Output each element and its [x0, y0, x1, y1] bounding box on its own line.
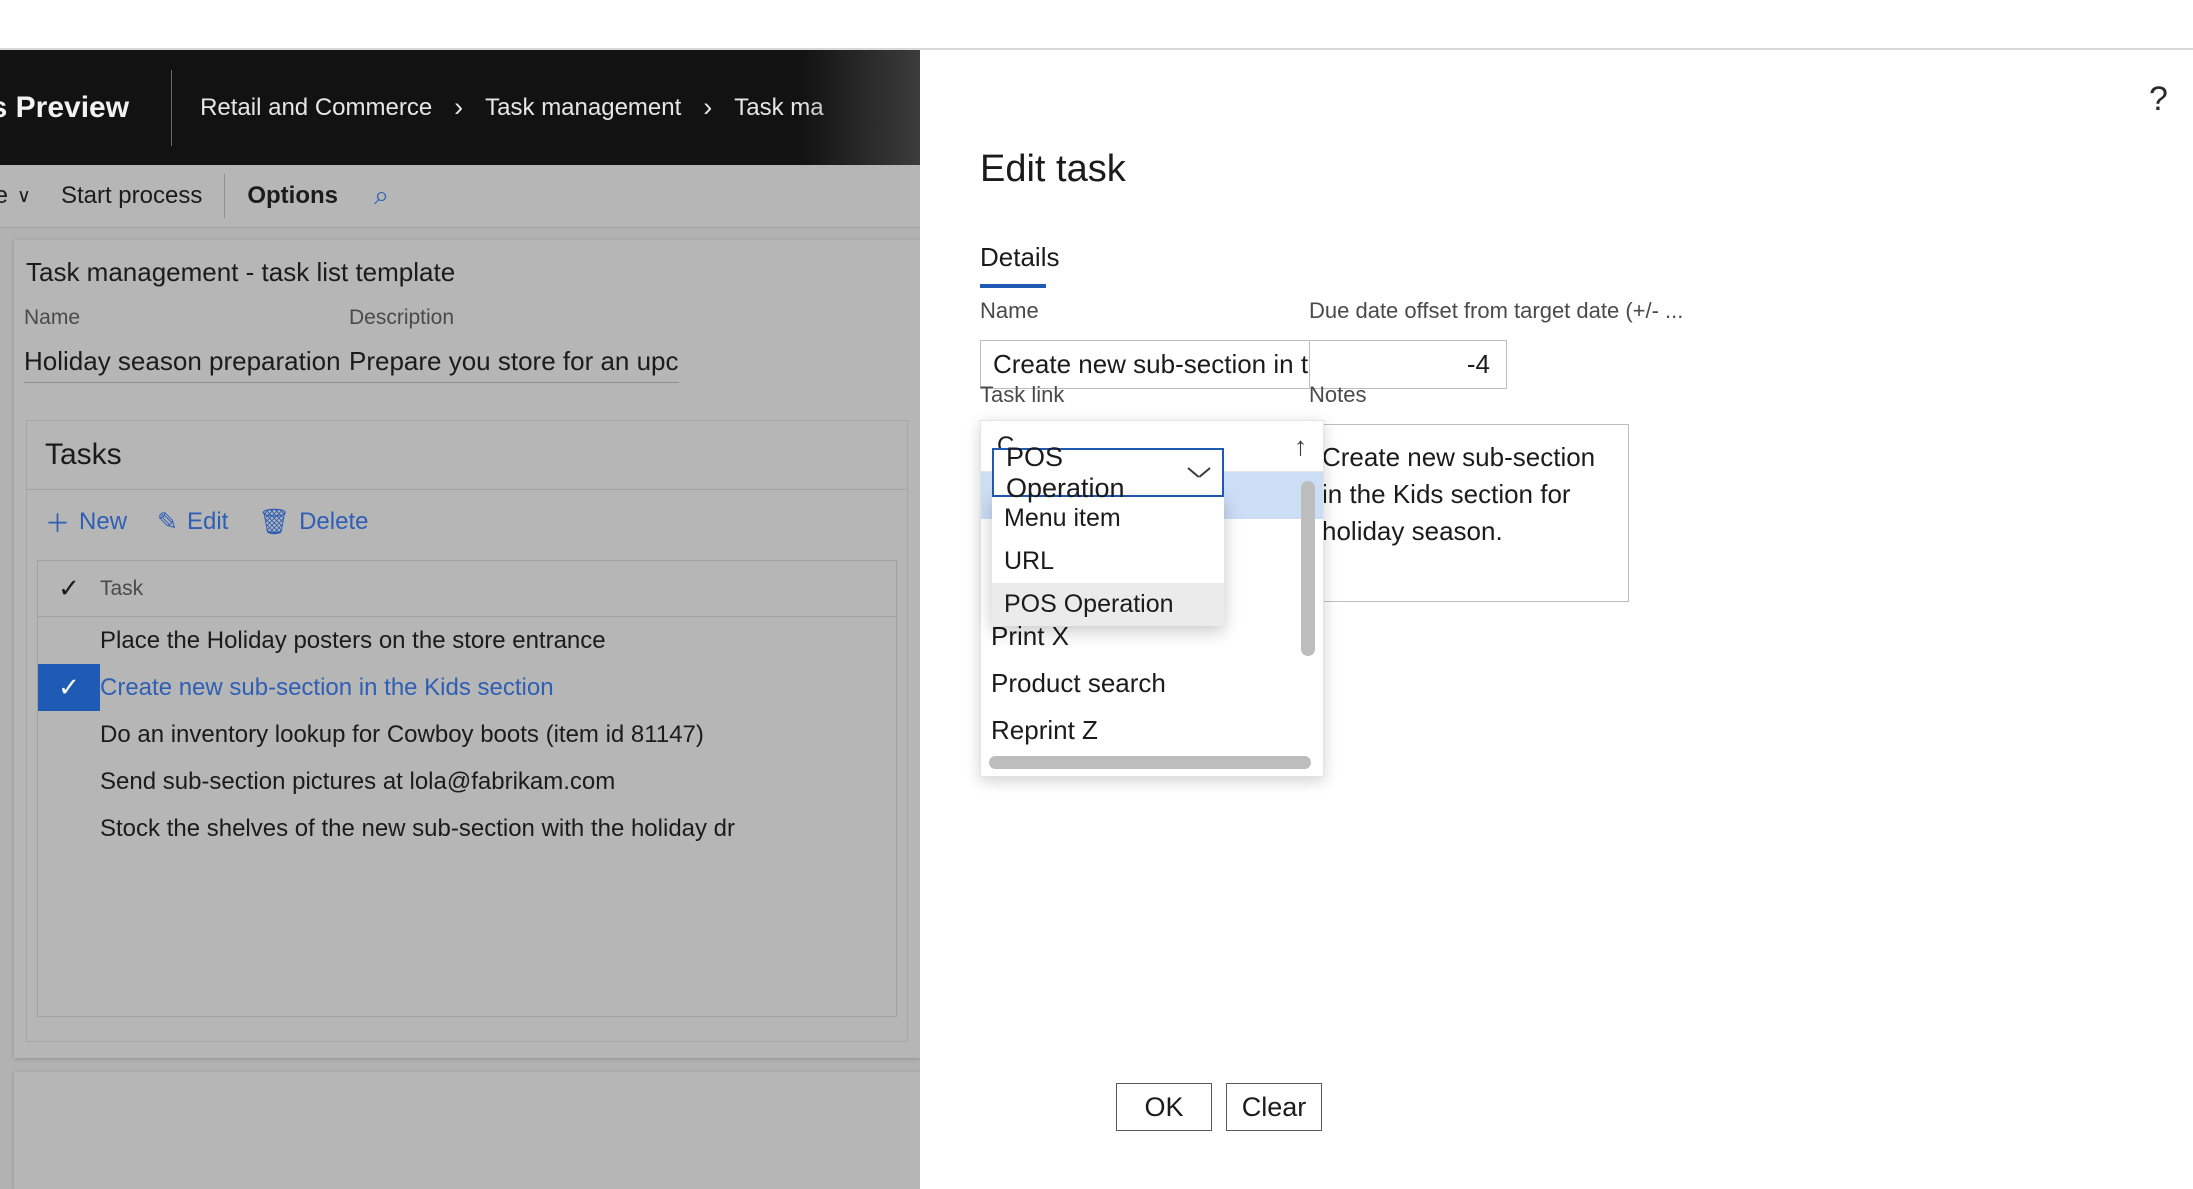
edit-button[interactable]: ✎ Edit: [157, 507, 228, 537]
dialog-field-name-label: Name: [980, 298, 1039, 323]
field-name-value[interactable]: Holiday season preparation: [24, 346, 354, 382]
help-icon[interactable]: ?: [2149, 82, 2168, 116]
dialog-field-due-offset: Due date offset from target date (+/- ..…: [1309, 298, 1684, 389]
toolbar-item-options[interactable]: Options: [247, 182, 338, 210]
field-description-label: Description: [349, 306, 455, 329]
browser-top-strip: [0, 0, 920, 50]
trash-icon: 🗑: [258, 507, 291, 536]
bottom-card: [14, 1072, 920, 1189]
breadcrumb-item-1[interactable]: Task management: [485, 94, 681, 122]
search-icon[interactable]: ⌕: [374, 180, 389, 212]
screen: ons Preview Retail and Commerce › Task m…: [0, 0, 2193, 1189]
page-title: Task management - task list template: [26, 257, 456, 287]
tasks-grid-body: Place the Holiday posters on the store e…: [38, 617, 896, 852]
dialog-field-name: Name Create new sub-section in the K...: [980, 298, 1360, 389]
product-title: ons Preview: [0, 90, 130, 124]
lookup-row[interactable]: Product search: [981, 660, 1323, 707]
dialog-field-due-offset-label: Due date offset from target date (+/- ..…: [1309, 298, 1684, 323]
breadcrumb-item-2[interactable]: Task ma: [734, 94, 823, 122]
tasks-header: Tasks: [27, 421, 907, 490]
row-select-checkbox[interactable]: [38, 617, 100, 664]
breadcrumb: Retail and Commerce › Task management › …: [200, 92, 824, 123]
dialog-tabstrip: Details: [980, 242, 1059, 288]
row-select-checkbox[interactable]: ✓: [38, 664, 100, 711]
row-select-checkbox[interactable]: [38, 758, 100, 805]
row-select-checkbox[interactable]: [38, 711, 100, 758]
edit-button-label: Edit: [186, 508, 229, 535]
tasks-grid-column-task[interactable]: Task: [100, 577, 143, 601]
dialog-title: Edit task: [980, 148, 1126, 190]
task-row-label: Place the Holiday posters on the store e…: [100, 626, 606, 654]
table-row[interactable]: Send sub-section pictures at lola@fabrik…: [38, 758, 896, 805]
dialog-top-divider: [920, 48, 2193, 50]
lookup-row[interactable]: Reprint Z: [981, 707, 1323, 754]
breadcrumb-item-0[interactable]: Retail and Commerce: [200, 94, 432, 122]
select-option[interactable]: URL: [992, 540, 1224, 583]
nav-divider: [171, 69, 173, 146]
field-name-label: Name: [24, 306, 81, 329]
link-type-select: POS Operation Menu item URL POS Operation: [992, 442, 1224, 626]
pencil-icon: ✎: [157, 508, 178, 536]
background-application: ons Preview Retail and Commerce › Task m…: [0, 0, 920, 1189]
row-select-checkbox[interactable]: [38, 805, 100, 852]
new-button[interactable]: ＋ New: [45, 504, 127, 540]
dialog-footer: OK Clear: [980, 1083, 1322, 1161]
edit-task-dialog: ? Edit task Details Name Create new sub-…: [920, 0, 2193, 1189]
field-description-underline: [349, 382, 679, 383]
delete-button-label: Delete: [299, 508, 369, 535]
dialog-field-notes-label: Notes: [1309, 382, 1367, 407]
task-row-label: Do an inventory lookup for Cowboy boots …: [100, 720, 704, 748]
chevron-right-icon: ›: [703, 92, 713, 122]
tasks-grid: ✓ Task Place the Holiday posters on the …: [37, 560, 897, 1017]
content-pane: Task management - task list template Nam…: [14, 240, 920, 1058]
table-row[interactable]: ✓ Create new sub-section in the Kids sect…: [38, 664, 896, 711]
notes-textarea[interactable]: Create new sub-section in the Kids secti…: [1309, 424, 1629, 602]
chevron-down-icon: [1188, 467, 1210, 479]
select-option[interactable]: POS Operation: [992, 583, 1224, 626]
dialog-top-strip: [920, 0, 2193, 48]
delete-button[interactable]: 🗑 Delete: [258, 508, 368, 537]
task-row-label: Send sub-section pictures at lola@fabrik…: [100, 767, 616, 795]
task-row-label: Create new sub-section in the Kids secti…: [100, 673, 554, 701]
clear-button[interactable]: Clear: [1226, 1083, 1322, 1131]
action-toolbar: te ∨ Start process Options ⌕: [0, 165, 920, 228]
tab-details[interactable]: Details: [980, 242, 1059, 282]
field-description: Description Prepare you store for an upc…: [349, 306, 679, 383]
tab-active-indicator: [980, 284, 1046, 288]
field-name-underline: [24, 382, 354, 383]
select-all-checkmark-icon[interactable]: ✓: [38, 573, 100, 604]
chevron-right-icon: ›: [454, 92, 464, 122]
field-description-value[interactable]: Prepare you store for an upcom...: [349, 346, 679, 382]
tasks-section-title: Tasks: [45, 438, 122, 471]
task-row-label: Stock the shelves of the new sub-section…: [100, 814, 736, 842]
field-name: Name Holiday season preparation: [24, 306, 354, 383]
ok-button[interactable]: OK: [1116, 1083, 1212, 1131]
link-type-select-button[interactable]: POS Operation: [992, 442, 1224, 503]
select-option[interactable]: Menu item: [992, 497, 1224, 540]
sort-ascending-icon[interactable]: ↑: [1294, 431, 1307, 462]
toolbar-item-template[interactable]: te: [0, 182, 8, 210]
checkmark-icon: ✓: [58, 672, 80, 702]
toolbar-divider: [224, 174, 226, 218]
dialog-field-notes: Notes Create new sub-section in the Kids…: [1309, 382, 1629, 602]
table-row[interactable]: Do an inventory lookup for Cowboy boots …: [38, 711, 896, 758]
plus-icon: ＋: [45, 510, 71, 538]
lookup-vertical-scrollbar[interactable]: [1301, 481, 1315, 656]
table-row[interactable]: Place the Holiday posters on the store e…: [38, 617, 896, 664]
tasks-action-bar: ＋ New ✎ Edit 🗑 Delete: [27, 490, 907, 554]
table-row[interactable]: Stock the shelves of the new sub-section…: [38, 805, 896, 852]
lookup-horizontal-scrollbar[interactable]: [989, 756, 1311, 769]
link-type-select-value: POS Operation: [1006, 441, 1125, 503]
top-navigation-bar: ons Preview Retail and Commerce › Task m…: [0, 50, 920, 165]
link-type-select-menu: Menu item URL POS Operation: [992, 497, 1224, 626]
tasks-card: Tasks ＋ New ✎ Edit 🗑 Delete ✓ Task Place…: [26, 420, 908, 1042]
tasks-grid-header: ✓ Task: [38, 561, 896, 617]
chevron-down-icon[interactable]: ∨: [17, 185, 31, 208]
new-button-label: New: [79, 508, 128, 535]
toolbar-item-start-process[interactable]: Start process: [61, 182, 202, 210]
dialog-field-task-link-label: Task link: [980, 382, 1065, 407]
